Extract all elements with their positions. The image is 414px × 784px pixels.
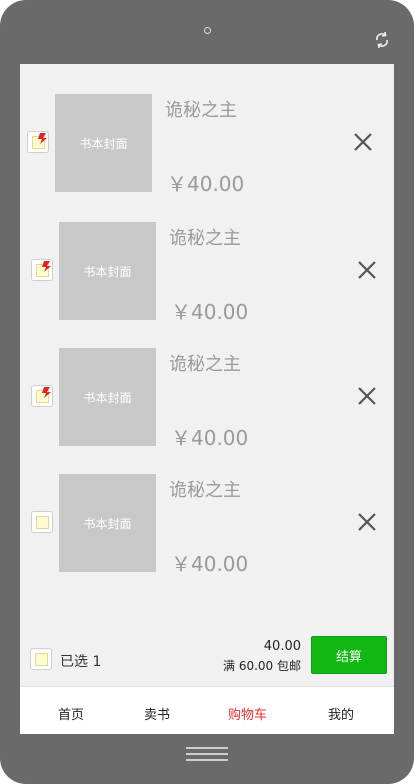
cart-item: 书本封面 诡秘之主 ￥40.00 (20, 94, 394, 198)
shipping-note: 满 60.00 包邮 (223, 659, 301, 673)
book-price: ￥40.00 (167, 172, 245, 196)
phone-frame: 书本封面 诡秘之主 ￥40.00 书本封面 诡秘之主 ￥40.00 书本封面 诡… (0, 0, 414, 784)
book-title[interactable]: 诡秘之主 (165, 96, 237, 122)
tab-cart[interactable]: 购物车 (228, 704, 267, 723)
item-checkbox[interactable] (31, 511, 53, 533)
checkmark-icon (38, 133, 47, 144)
total-price: 40.00 (263, 639, 301, 654)
book-cover[interactable]: 书本封面 (59, 222, 156, 320)
tab-me[interactable]: 我的 (328, 704, 354, 723)
cart-item: 书本封面 诡秘之主 ￥40.00 (20, 474, 394, 578)
book-cover[interactable]: 书本封面 (59, 474, 156, 572)
cart-summary-bar: 已选 1 40.00 满 60.00 包邮 结算 (20, 632, 394, 686)
checkmark-icon (42, 387, 51, 398)
item-checkbox[interactable] (27, 131, 49, 153)
selected-count: 已选 1 (60, 654, 102, 670)
close-icon[interactable] (356, 259, 378, 281)
book-price: ￥40.00 (171, 552, 249, 576)
checkmark-icon (42, 261, 51, 272)
close-icon[interactable] (356, 385, 378, 407)
menu-icon[interactable] (186, 746, 228, 762)
item-checkbox[interactable] (31, 385, 53, 407)
cart-item: 书本封面 诡秘之主 ￥40.00 (20, 348, 394, 452)
select-all-checkbox[interactable] (30, 648, 52, 670)
item-checkbox[interactable] (31, 259, 53, 281)
book-title[interactable]: 诡秘之主 (169, 476, 241, 502)
book-cover[interactable]: 书本封面 (55, 94, 152, 192)
book-price: ￥40.00 (171, 426, 249, 450)
tab-sell-books[interactable]: 卖书 (144, 704, 170, 723)
book-title[interactable]: 诡秘之主 (169, 224, 241, 250)
tab-home[interactable]: 首页 (58, 704, 84, 723)
close-icon[interactable] (352, 131, 374, 153)
cart-item: 书本封面 诡秘之主 ￥40.00 (20, 222, 394, 326)
cart-screen: 书本封面 诡秘之主 ￥40.00 书本封面 诡秘之主 ￥40.00 书本封面 诡… (20, 64, 394, 734)
bottom-tab-bar: 首页 卖书 购物车 我的 (20, 686, 394, 734)
checkout-button[interactable]: 结算 (311, 636, 387, 674)
book-price: ￥40.00 (171, 300, 249, 324)
close-icon[interactable] (356, 511, 378, 533)
book-title[interactable]: 诡秘之主 (169, 350, 241, 376)
camera-icon (204, 27, 211, 34)
rotate-icon[interactable] (373, 31, 391, 49)
book-cover[interactable]: 书本封面 (59, 348, 156, 446)
